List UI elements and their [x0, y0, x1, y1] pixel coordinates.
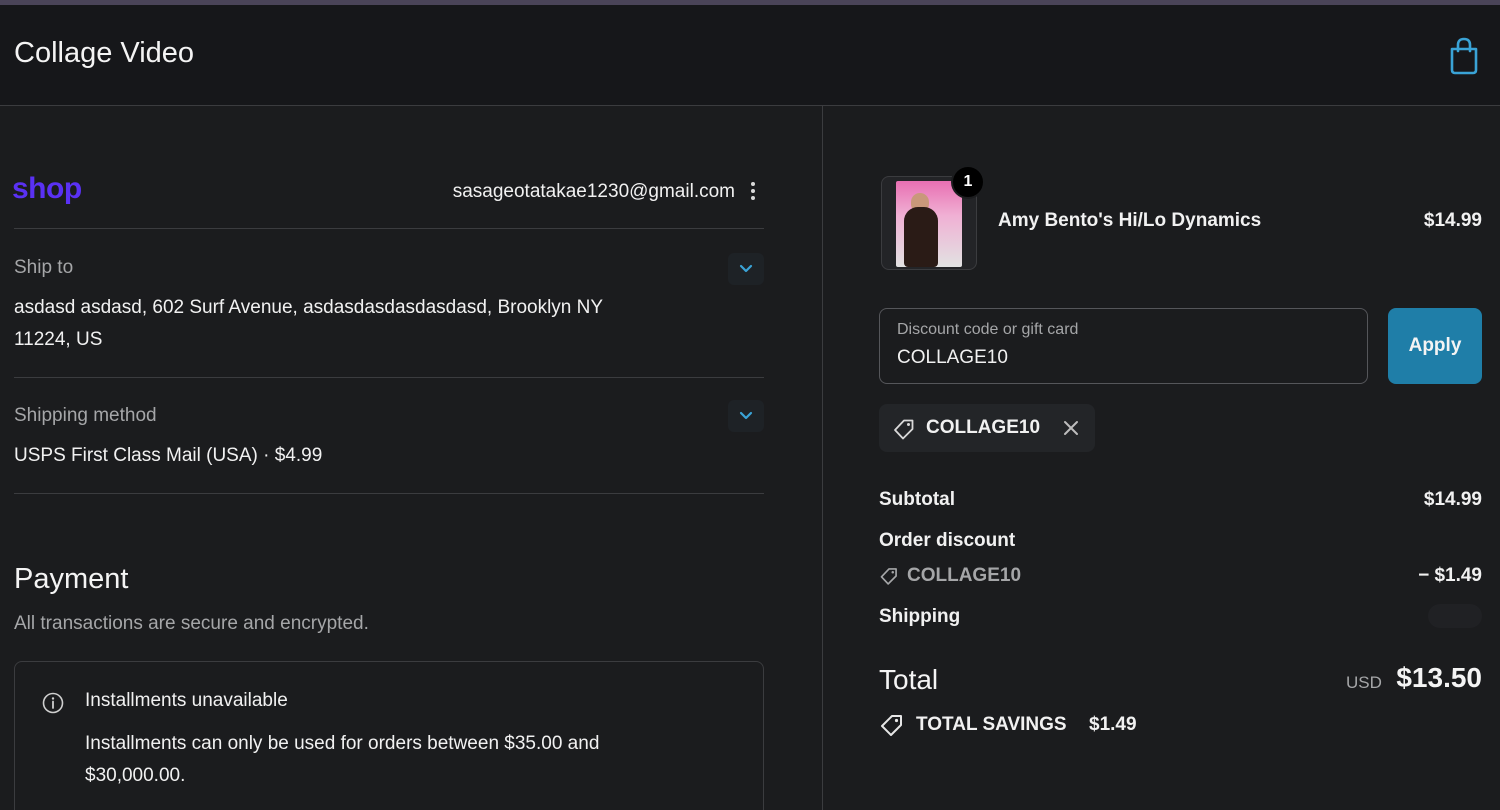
total-value: $13.50: [1396, 662, 1482, 693]
address-line-1: asdasd asdasd, 602 Surf Avenue, asdasdas…: [14, 297, 604, 318]
shipping-label: Shipping: [879, 606, 961, 627]
checkout-header: Collage Video: [0, 5, 1500, 106]
order-discount-label: Order discount: [879, 530, 1016, 551]
divider: [14, 228, 764, 229]
tag-icon: [894, 419, 914, 440]
ship-to-address: asdasd asdasd, 602 Surf Avenue, asdasdas…: [14, 292, 603, 356]
apply-button[interactable]: Apply: [1388, 308, 1482, 384]
subtotal-label: Subtotal: [879, 489, 955, 510]
kebab-menu-icon[interactable]: [746, 180, 760, 202]
product-price: $14.99: [1423, 210, 1482, 231]
order-discount-code: COLLAGE10: [907, 565, 1022, 586]
tag-icon: [880, 568, 897, 585]
payment-subtitle: All transactions are secure and encrypte…: [14, 613, 369, 634]
product-image: [896, 181, 962, 267]
currency-code: USD: [1346, 673, 1382, 692]
discount-input[interactable]: [897, 347, 1347, 369]
address-line-2: 11224, US: [14, 329, 103, 350]
info-icon: [42, 692, 64, 714]
ship-to-label: Ship to: [14, 257, 74, 278]
shopping-bag-icon[interactable]: [1448, 37, 1480, 75]
chevron-down-icon: [739, 411, 753, 420]
divider: [14, 493, 764, 494]
shipping-value-placeholder: [1428, 604, 1482, 628]
discount-field-label: Discount code or gift card: [897, 321, 1079, 338]
shipping-method-label: Shipping method: [14, 405, 157, 426]
notice-title: Installments unavailable: [85, 690, 288, 711]
account-email: sasageotatakae1230@gmail.com: [452, 181, 735, 202]
installments-notice: Installments unavailable Installments ca…: [14, 661, 764, 810]
total-label: Total: [879, 664, 939, 695]
applied-discount-code: COLLAGE10: [926, 417, 1041, 438]
remove-discount-icon[interactable]: [1062, 419, 1080, 437]
discount-field[interactable]: Discount code or gift card: [879, 308, 1368, 384]
applied-discount-chip: COLLAGE10: [879, 404, 1095, 452]
subtotal-value: $14.99: [1423, 489, 1482, 510]
divider: [14, 377, 764, 378]
quantity-badge: 1: [951, 165, 985, 199]
total-savings-value: $1.49: [1089, 714, 1137, 735]
ship-to-expand-button[interactable]: [728, 253, 764, 285]
chevron-down-icon: [739, 264, 753, 273]
shipping-method-expand-button[interactable]: [728, 400, 764, 432]
shop-pay-logo: shop: [12, 172, 82, 205]
shipping-method-value: USPS First Class Mail (USA) · $4.99: [14, 445, 323, 466]
column-divider: [822, 106, 823, 810]
store-name[interactable]: Collage Video: [14, 37, 194, 70]
payment-title: Payment: [14, 563, 129, 595]
product-name: Amy Bento's Hi/Lo Dynamics: [998, 210, 1262, 231]
order-discount-value: − $1.49: [1418, 565, 1482, 586]
savings-tag-icon: [881, 715, 902, 736]
notice-body: Installments can only be used for orders…: [85, 733, 600, 786]
total-savings-label: TOTAL SAVINGS: [916, 714, 1067, 735]
